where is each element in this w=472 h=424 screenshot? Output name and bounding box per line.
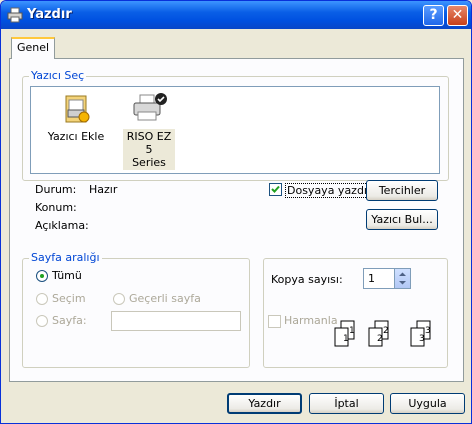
comment-label: Açıklama: (35, 219, 89, 232)
tab-genel[interactable]: Genel (11, 37, 55, 59)
printer-icon (7, 7, 23, 23)
printer-item-riso[interactable]: RISO EZ 5 Series (119, 92, 179, 170)
status-value: Hazır (89, 183, 118, 196)
location-label: Konum: (35, 201, 77, 214)
collate-page-number: 1 (343, 334, 349, 344)
window-title: Yazdır (27, 7, 72, 22)
pages-input[interactable] (111, 311, 241, 331)
radio-current-page-label[interactable]: Geçerli sayfa (129, 292, 201, 305)
radio-selected-dot (40, 274, 44, 278)
copies-spinner[interactable] (394, 269, 410, 288)
collate-checkbox[interactable] (268, 315, 281, 328)
printer-item-riso-label-line2: Series (132, 156, 166, 169)
printer-group-title: Yazıcı Seç (29, 69, 87, 82)
find-printer-button[interactable]: Yazıcı Bul... (366, 209, 438, 230)
collate-illustration-icon: 1 1 2 2 3 3 (334, 320, 431, 347)
print-to-file-label[interactable]: Dosyaya yazdır (285, 183, 374, 198)
print-button[interactable]: Yazdır (227, 393, 302, 414)
checkmark-icon (271, 185, 280, 193)
printer-item-add[interactable]: Yazıcı Ekle (41, 93, 111, 143)
radio-pages-label[interactable]: Sayfa: (52, 314, 87, 327)
printer-list[interactable]: Yazıcı Ekle RISO EZ 5 Series (30, 86, 440, 174)
radio-all[interactable] (36, 270, 48, 282)
radio-selection-label[interactable]: Seçim (52, 292, 86, 305)
collate-page-number: 2 (383, 326, 389, 336)
collate-label[interactable]: Harmanla (284, 314, 338, 327)
collate-page-number: 1 (349, 326, 355, 336)
print-to-file-checkbox[interactable] (269, 183, 282, 196)
status-label: Durum: (35, 183, 77, 196)
preferences-button[interactable]: Tercihler (366, 180, 438, 201)
cancel-button[interactable]: İptal (309, 393, 384, 414)
print-dialog: Yazdır ? ✕ Genel Yazıcı Seç Yazıcı Ekle (0, 0, 472, 424)
copies-label: Kopya sayısı: (271, 273, 343, 286)
printer-item-add-label: Yazıcı Ekle (47, 130, 105, 143)
printer-icon (133, 93, 167, 121)
printer-item-riso-label-line1: RISO EZ 5 (126, 130, 172, 156)
page-range-title: Sayfa aralığı (29, 251, 102, 264)
spinner-arrows-icon (399, 272, 406, 285)
add-printer-icon (65, 95, 90, 123)
radio-pages[interactable] (36, 315, 48, 327)
close-button[interactable]: ✕ (447, 5, 468, 26)
collate-page-number: 2 (377, 334, 383, 344)
radio-all-label[interactable]: Tümü (52, 269, 82, 282)
title-bar: Yazdır ? ✕ (1, 1, 471, 29)
radio-selection[interactable] (36, 293, 48, 305)
copies-input[interactable]: 1 (363, 268, 411, 289)
apply-button[interactable]: Uygula (390, 393, 465, 414)
help-button[interactable]: ? (423, 5, 444, 26)
collate-page-number: 3 (425, 326, 431, 336)
radio-current-page[interactable] (113, 293, 125, 305)
copies-value: 1 (368, 272, 375, 285)
collate-page-number: 3 (419, 334, 425, 344)
